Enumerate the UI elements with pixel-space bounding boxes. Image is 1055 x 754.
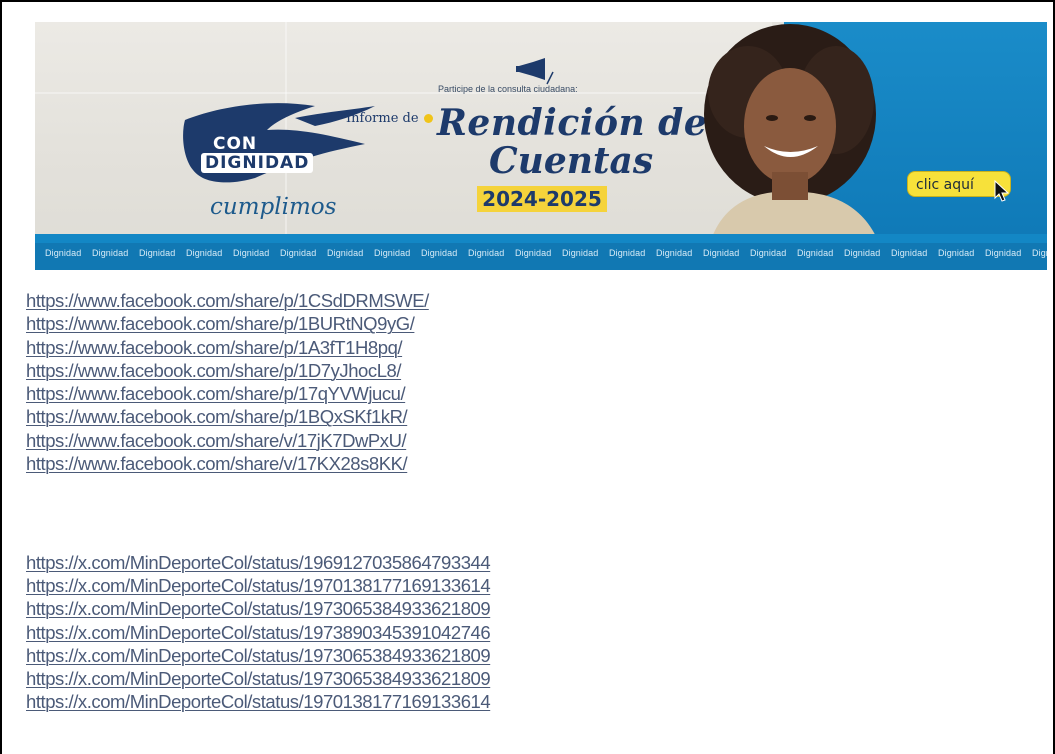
ribbon-word: Dignidad: [421, 248, 458, 258]
bullet-dot-icon: [424, 114, 433, 123]
x-link[interactable]: https://x.com/MinDeporteCol/status/19738…: [26, 622, 491, 643]
dignidad-ribbon: Dignidad Dignidad Dignidad Dignidad Dignidad…: [35, 234, 1047, 270]
list-item: https://x.com/MinDeporteCol/status/19730…: [26, 667, 491, 690]
list-item: https://x.com/MinDeporteCol/status/19701…: [26, 574, 491, 597]
informe-de-text: Informe de: [346, 111, 419, 126]
x-link[interactable]: https://x.com/MinDeporteCol/status/19701…: [26, 575, 491, 596]
x-links-list: https://x.com/MinDeporteCol/status/19691…: [26, 551, 491, 713]
list-item: https://www.facebook.com/share/p/1A3fT1H…: [26, 336, 429, 359]
ribbon-word: Dignidad: [844, 248, 881, 258]
list-item: https://www.facebook.com/share/p/1D7yJho…: [26, 359, 429, 382]
list-item: https://www.facebook.com/share/p/1CSdDRM…: [26, 289, 429, 312]
ribbon-word: Dignidad: [562, 248, 599, 258]
ribbon-word: Dignidad: [609, 248, 646, 258]
participa-text: Participe de la consulta ciudadana:: [438, 84, 578, 94]
facebook-link[interactable]: https://www.facebook.com/share/p/1CSdDRM…: [26, 290, 429, 311]
x-link[interactable]: https://x.com/MinDeporteCol/status/19730…: [26, 598, 491, 619]
x-link[interactable]: https://x.com/MinDeporteCol/status/19730…: [26, 668, 491, 689]
ribbon-word: Dignidad: [92, 248, 129, 258]
facebook-links-list: https://www.facebook.com/share/p/1CSdDRM…: [26, 289, 429, 475]
headline-cuentas: Cuentas: [489, 140, 654, 182]
facebook-link[interactable]: https://www.facebook.com/share/p/1BURtNQ…: [26, 313, 415, 334]
ribbon-word: Dignidad: [327, 248, 364, 258]
mouse-cursor-icon: [994, 180, 1010, 202]
ribbon-word: Dignidad: [797, 248, 834, 258]
facebook-link[interactable]: https://www.facebook.com/share/p/1BQxSKf…: [26, 406, 408, 427]
list-item: https://x.com/MinDeporteCol/status/19738…: [26, 621, 491, 644]
headline-rendicion: Rendición de: [437, 102, 708, 144]
facebook-link[interactable]: https://www.facebook.com/share/p/17qYVWj…: [26, 383, 406, 404]
ribbon-word: Dignidad: [280, 248, 317, 258]
ribbon-text: Dignidad Dignidad Dignidad Dignidad Dignidad…: [45, 248, 1047, 258]
ribbon-word: Dignidad: [374, 248, 411, 258]
ribbon-word: Dignidad: [45, 248, 82, 258]
x-link[interactable]: https://x.com/MinDeporteCol/status/19691…: [26, 552, 491, 573]
document-frame: CON DIGNIDAD cumplimos Participe de la c…: [0, 0, 1055, 754]
facebook-link[interactable]: https://www.facebook.com/share/p/1D7yJho…: [26, 360, 402, 381]
ribbon-word: Dignidad: [750, 248, 787, 258]
list-item: https://x.com/MinDeporteCol/status/19730…: [26, 644, 491, 667]
list-item: https://x.com/MinDeporteCol/status/19701…: [26, 690, 491, 713]
list-item: https://www.facebook.com/share/p/1BURtNQ…: [26, 312, 429, 335]
ribbon-word: Dignidad: [656, 248, 693, 258]
rendicion-cuentas-banner[interactable]: CON DIGNIDAD cumplimos Participe de la c…: [35, 22, 1047, 270]
years-badge: 2024-2025: [477, 186, 607, 212]
list-item: https://www.facebook.com/share/v/17jK7Dw…: [26, 429, 429, 452]
facebook-link[interactable]: https://www.facebook.com/share/v/17KX28s…: [26, 453, 408, 474]
paper-crease: [35, 92, 772, 94]
ribbon-word: Dignidad: [938, 248, 975, 258]
facebook-link[interactable]: https://www.facebook.com/share/v/17jK7Dw…: [26, 430, 407, 451]
ribbon-word: Dignidad: [891, 248, 928, 258]
list-item: https://www.facebook.com/share/p/1BQxSKf…: [26, 405, 429, 428]
brand-text-dignidad: DIGNIDAD: [201, 153, 314, 173]
list-item: https://x.com/MinDeporteCol/status/19691…: [26, 551, 491, 574]
list-item: https://www.facebook.com/share/p/17qYVWj…: [26, 382, 429, 405]
x-link[interactable]: https://x.com/MinDeporteCol/status/19701…: [26, 691, 491, 712]
list-item: https://x.com/MinDeporteCol/status/19730…: [26, 597, 491, 620]
list-item: https://www.facebook.com/share/v/17KX28s…: [26, 452, 429, 475]
ribbon-word: Dignidad: [139, 248, 176, 258]
brand-tagline: cumplimos: [210, 194, 337, 220]
ribbon-word: Dignidad: [515, 248, 552, 258]
ribbon-word: Dignidad: [1032, 248, 1047, 258]
ribbon-word: Dignidad: [468, 248, 505, 258]
x-link[interactable]: https://x.com/MinDeporteCol/status/19730…: [26, 645, 491, 666]
ribbon-word: Dignidad: [703, 248, 740, 258]
brand-text-con: CON: [213, 134, 258, 154]
facebook-link[interactable]: https://www.facebook.com/share/p/1A3fT1H…: [26, 337, 403, 358]
ribbon-word: Dignidad: [233, 248, 270, 258]
megaphone-icon: [516, 58, 554, 85]
woman-portrait-image: [704, 24, 882, 252]
ribbon-word: Dignidad: [186, 248, 223, 258]
ribbon-word: Dignidad: [985, 248, 1022, 258]
